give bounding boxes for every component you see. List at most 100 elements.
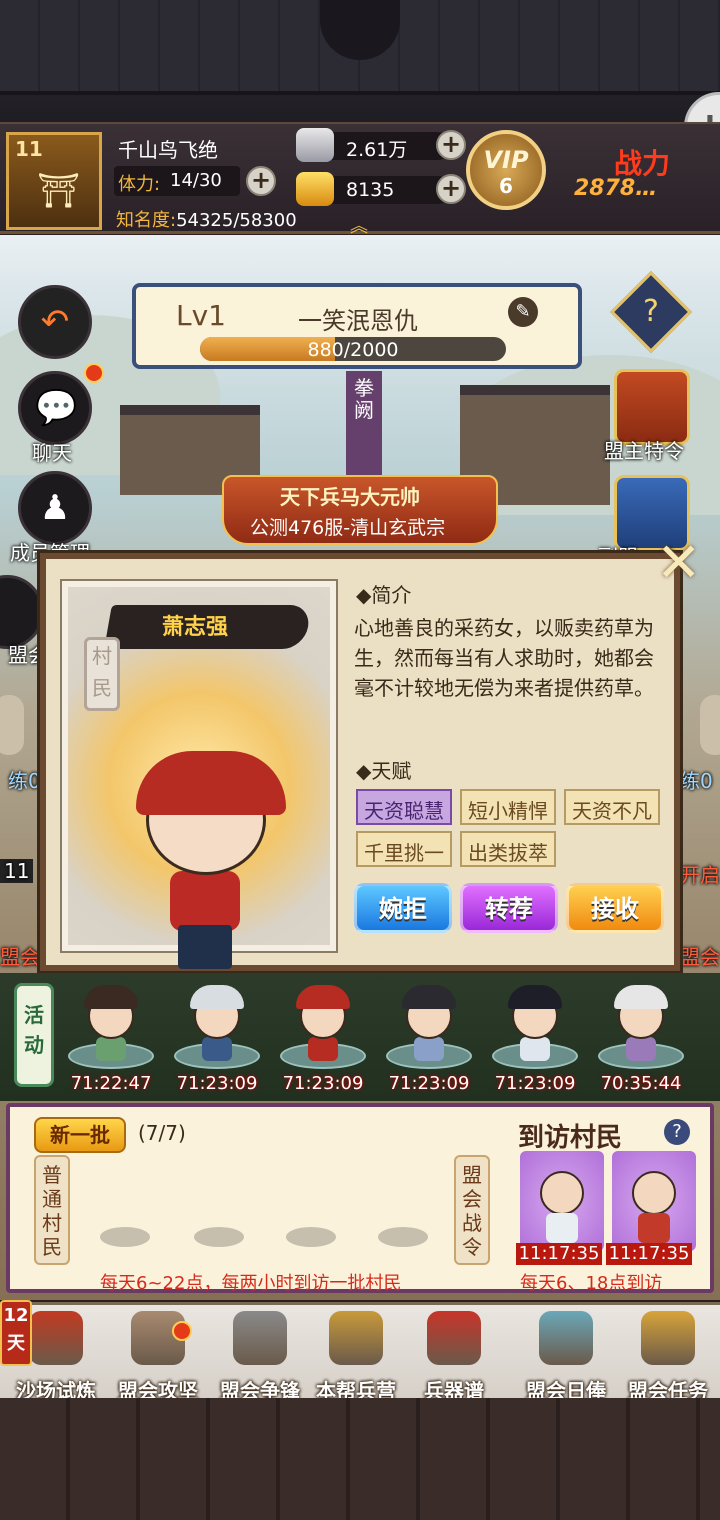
npc-card[interactable]: 70:35:44: [596, 983, 686, 1095]
right-guild-label: 盟会: [680, 945, 720, 969]
order-visit-note: 每天6、18点到访: [520, 1273, 663, 1294]
right-open-label: 开启: [680, 863, 720, 887]
npc-body: [626, 1037, 656, 1061]
new-batch-button[interactable]: 新一批: [34, 1117, 126, 1153]
edit-brush-icon[interactable]: ✎: [508, 297, 538, 327]
npc-hair: [614, 985, 668, 1009]
talent-tag: 天资不凡: [564, 789, 660, 825]
visitor-card[interactable]: [520, 1151, 604, 1251]
player-avatar[interactable]: 11 ⛩: [6, 132, 102, 230]
left-count: 11: [0, 859, 34, 883]
nav-item-3[interactable]: 盟会争锋: [210, 1311, 310, 1403]
character-headscarf: [136, 751, 286, 815]
npc-timer: 70:35:44: [600, 1073, 682, 1094]
days-badge: 12天: [0, 1300, 32, 1366]
chat-label: 聊天: [32, 441, 72, 465]
leader-decree-button[interactable]: [614, 369, 690, 445]
visitor-timer: 11:17:35: [606, 1243, 692, 1265]
vip-badge[interactable]: VIP 6: [466, 130, 546, 210]
empty-slot: [378, 1227, 428, 1247]
npc-body: [414, 1037, 444, 1061]
fame-value: 54325/58300: [176, 210, 297, 231]
guild-scene: ↶ 💬 聊天 ♟ 成员管理 盟会 练0 11 盟会 Lv1 一笑泯恩仇 ✎ 88…: [0, 235, 720, 1300]
reject-button[interactable]: 婉拒: [354, 883, 452, 933]
npc-hair: [508, 985, 562, 1009]
village-panel: 新一批 (7/7) 普通村民 每天6~22点，每两小时到访一批村民 盟会战令 到…: [6, 1103, 714, 1294]
add-silver-button[interactable]: +: [436, 130, 466, 160]
top-roof-decoration: [0, 0, 720, 122]
silver-resource: 2.61万: [296, 128, 452, 162]
talent-tag: 千里挑一: [356, 831, 452, 867]
gold-value: 8135: [346, 179, 395, 201]
npc-card[interactable]: 71:23:09: [384, 983, 474, 1095]
nav-item-7[interactable]: 盟会任务: [618, 1311, 718, 1403]
stamina-value: 14/30: [170, 170, 222, 191]
npc-card[interactable]: 71:23:09: [278, 983, 368, 1095]
intro-heading: ◆简介: [356, 583, 412, 607]
book-icon: [427, 1311, 481, 1365]
recommend-button[interactable]: 转荐: [460, 883, 558, 933]
intro-text: 心地善良的采药女，以贩卖药草为生，然而每当有人求助时，她都会毫不计较地无偿为来者…: [354, 616, 654, 700]
chat-button[interactable]: 💬: [18, 371, 92, 445]
floor-decoration: [0, 1398, 720, 1520]
guild-vertical-tag: 拳阙: [346, 371, 382, 491]
train-label-left: 练0: [8, 769, 41, 793]
gold-ingot-icon: [296, 172, 334, 206]
visitor-timer: 11:17:35: [516, 1243, 602, 1265]
close-icon[interactable]: ✕: [656, 531, 716, 594]
npc-body: [96, 1037, 126, 1061]
player-level: 11: [15, 137, 43, 161]
member-icon: ♟: [39, 488, 71, 528]
notification-dot: [172, 1321, 192, 1341]
guild-exp-bar: 880/2000: [200, 337, 506, 361]
gong-icon: [233, 1311, 287, 1365]
accept-button[interactable]: 接收: [566, 883, 664, 933]
visitor-card[interactable]: [612, 1151, 696, 1251]
npc-body: [308, 1037, 338, 1061]
vip-label: VIP: [483, 146, 529, 174]
side-character: [0, 695, 24, 755]
title-text: 天下兵马大元帅: [280, 485, 420, 509]
player-name: 千山鸟飞绝: [118, 138, 218, 162]
fame-row: 知名度:54325/58300: [116, 206, 297, 232]
empty-slot: [100, 1227, 150, 1247]
back-button[interactable]: ↶: [18, 285, 92, 359]
chat-bubble-icon: 💬: [35, 388, 78, 428]
guild-level: Lv1: [176, 299, 226, 332]
member-manage-button[interactable]: ♟: [18, 471, 92, 545]
nav-item-2[interactable]: 盟会攻坚: [108, 1311, 208, 1403]
npc-card[interactable]: 71:22:47: [66, 983, 156, 1095]
question-icon[interactable]: ?: [664, 1119, 690, 1145]
add-gold-button[interactable]: +: [436, 174, 466, 204]
fame-label: 知名度:: [116, 210, 177, 231]
normal-visit-note: 每天6~22点，每两小时到访一批村民: [100, 1273, 402, 1294]
silver-value: 2.61万: [346, 139, 408, 161]
nav-item-5[interactable]: 兵器谱: [404, 1311, 504, 1403]
npc-timer: 71:23:09: [388, 1073, 470, 1094]
side-character: [700, 695, 720, 755]
nav-item-4[interactable]: 本帮兵营: [306, 1311, 406, 1403]
guild-side-button[interactable]: [0, 575, 44, 649]
banner-icon: [29, 1311, 83, 1365]
help-button[interactable]: ?: [609, 270, 693, 354]
npc-timer: 71:23:09: [176, 1073, 258, 1094]
npc-hair: [296, 985, 350, 1009]
guild-exp-text: 880/2000: [307, 339, 399, 361]
combat-power[interactable]: 战力 2878…: [574, 142, 720, 212]
train-label-right: 练0: [680, 769, 713, 793]
notification-dot: [84, 363, 104, 383]
activity-tab[interactable]: 活动: [14, 983, 54, 1087]
server-text: 公测476服-清山玄武宗: [250, 517, 446, 539]
batch-count: (7/7): [138, 1121, 186, 1145]
talent-heading: ◆天赋: [356, 759, 412, 783]
npc-card[interactable]: 71:23:09: [490, 983, 580, 1095]
npc-card[interactable]: 71:23:09: [172, 983, 262, 1095]
talent-tag: 天资聪慧: [356, 789, 452, 825]
leader-decree-label: 盟主特令: [604, 439, 684, 463]
add-stamina-button[interactable]: +: [246, 166, 276, 196]
pagoda-icon: ⛩: [37, 171, 81, 211]
nav-item-6[interactable]: 盟会日俸: [516, 1311, 616, 1403]
stamina-label: 体力:: [118, 174, 161, 195]
npc-timer: 71:22:47: [70, 1073, 152, 1094]
villager-modal: ✕ 萧志强 村民 ◆简介 心地善良的采药女，以贩卖药草为生，然而每当有人求助时，…: [40, 531, 701, 971]
